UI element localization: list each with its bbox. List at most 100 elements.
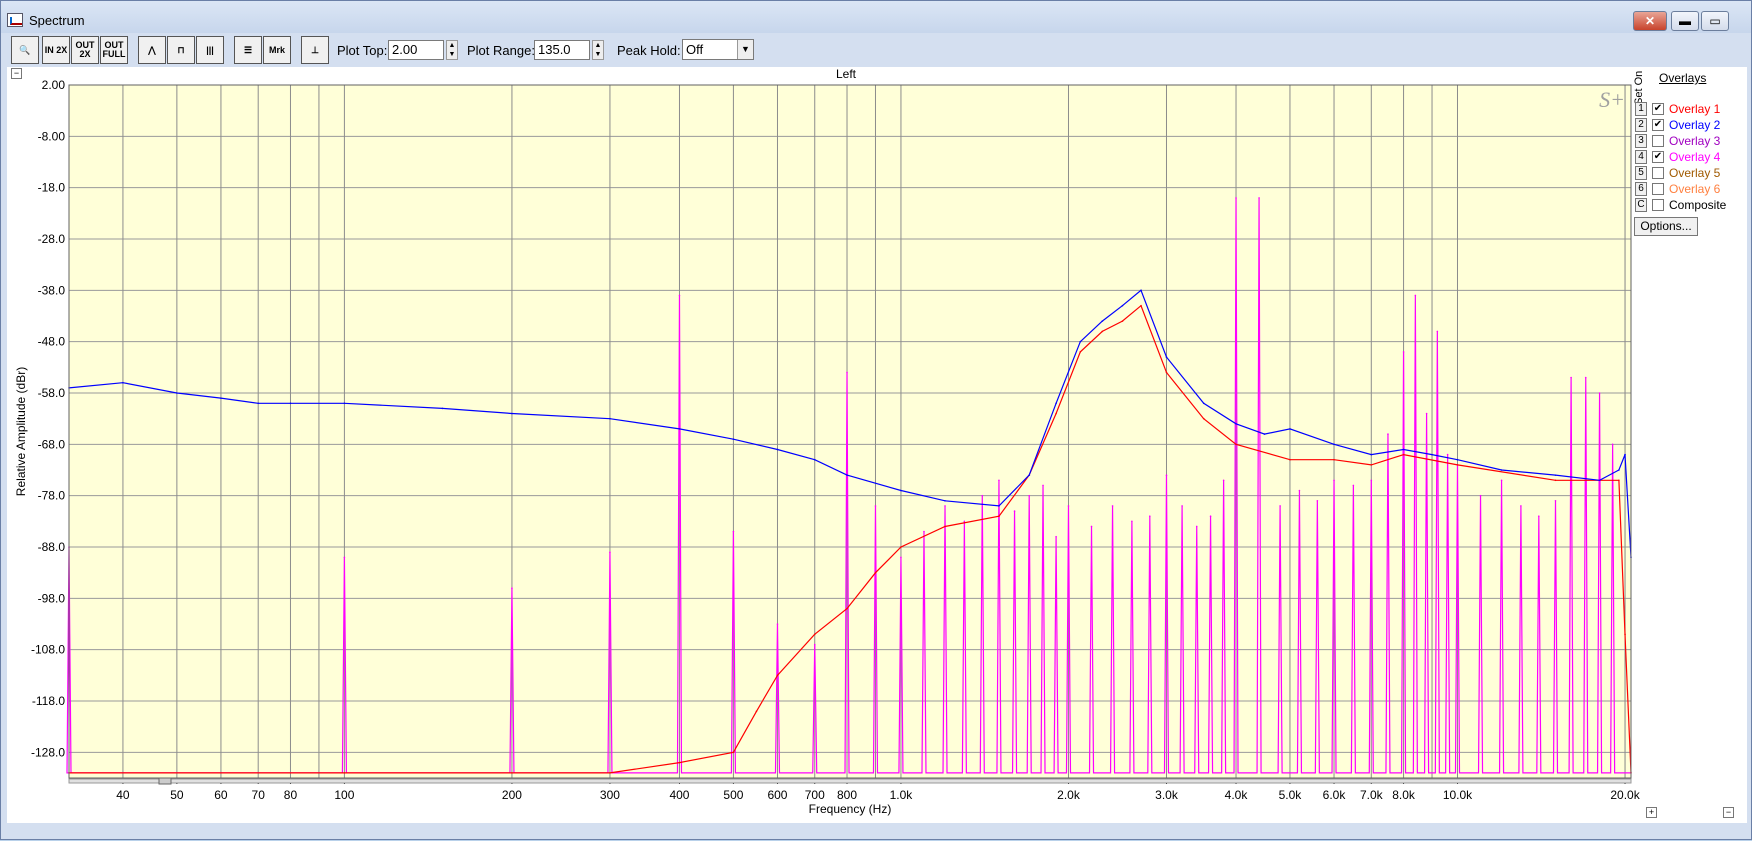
overlay-row[interactable]: 1 ✔ Overlay 1 bbox=[1631, 101, 1746, 117]
overlay-1-point bbox=[1618, 479, 1620, 482]
overlay-row[interactable]: 4 ✔ Overlay 4 bbox=[1631, 149, 1746, 165]
y-tick-label: -128.0 bbox=[31, 745, 65, 759]
x-tick-label: 800 bbox=[837, 788, 857, 802]
overlay-set-button[interactable]: 2 bbox=[1635, 118, 1647, 132]
overlay-2-point bbox=[343, 402, 346, 405]
overlay-4-peak-point bbox=[1013, 510, 1016, 512]
y-tick-label: -58.0 bbox=[38, 386, 66, 400]
overlay-checkbox[interactable] bbox=[1652, 199, 1664, 211]
spectrum-chart[interactable]: 2.00 -8.00 -18.0 -28.0 -38.0 -48.0 -58.0 -68.0 -… bbox=[1, 1, 1752, 841]
x-tick-label: 7.0k bbox=[1360, 788, 1384, 802]
overlay-4-peak-point bbox=[1425, 412, 1428, 415]
y-tick-label: -98.0 bbox=[38, 591, 66, 605]
overlay-4-peak-point bbox=[776, 623, 779, 625]
overlay-4-peak-point bbox=[678, 294, 681, 297]
overlay-set-button[interactable]: 4 bbox=[1635, 150, 1647, 164]
overlay-2-point bbox=[1500, 469, 1503, 471]
overlay-set-button[interactable]: 6 bbox=[1635, 182, 1647, 196]
overlay-4-peak-point bbox=[1209, 515, 1212, 517]
overlay-2-point bbox=[1618, 469, 1620, 471]
options-button[interactable]: Options... bbox=[1634, 217, 1698, 236]
y-tick-label: -48.0 bbox=[38, 335, 66, 349]
overlay-checkbox[interactable] bbox=[1652, 167, 1664, 179]
overlay-set-button[interactable]: 3 bbox=[1635, 134, 1647, 148]
overlay-label: Overlay 5 bbox=[1669, 166, 1721, 180]
overlay-row[interactable]: C Composite bbox=[1631, 197, 1746, 213]
overlay-4-peak-point bbox=[1570, 376, 1572, 379]
overlay-2-point bbox=[944, 500, 946, 502]
y-tick-label: -88.0 bbox=[38, 540, 66, 554]
overlay-4-peak-point bbox=[1436, 330, 1439, 333]
x-tick-label: 50 bbox=[170, 788, 184, 802]
overlay-4-peak-point bbox=[923, 530, 925, 533]
x-tick-label: 80 bbox=[284, 788, 298, 802]
overlay-row[interactable]: 5 Overlay 5 bbox=[1631, 165, 1746, 181]
overlay-row[interactable]: 2 ✔ Overlay 2 bbox=[1631, 117, 1746, 133]
overlay-set-button[interactable]: C bbox=[1635, 198, 1647, 212]
overlay-label: Overlay 4 bbox=[1669, 150, 1721, 164]
overlay-2-point bbox=[1402, 448, 1405, 451]
y-tick-label: -108.0 bbox=[31, 643, 65, 657]
overlay-checkbox[interactable] bbox=[1652, 183, 1664, 195]
overlay-1-point bbox=[944, 525, 946, 528]
overlay-4-peak-point bbox=[1370, 479, 1373, 482]
overlay-1-point bbox=[343, 772, 346, 774]
overlay-4-peak-point bbox=[813, 643, 816, 646]
overlay-label: Overlay 6 bbox=[1669, 182, 1721, 196]
overlay-2-point bbox=[1140, 289, 1142, 292]
overlay-4-peak-point bbox=[846, 371, 848, 374]
overlay-2-point bbox=[998, 505, 1000, 507]
x-tick-label: 700 bbox=[805, 788, 825, 802]
overlay-1-point bbox=[846, 607, 848, 610]
overlay-checkbox[interactable]: ✔ bbox=[1652, 119, 1664, 131]
overlay-4-peak-point bbox=[1538, 515, 1540, 517]
overlay-4-peak-point bbox=[1520, 505, 1522, 507]
overlay-2-point bbox=[609, 417, 611, 420]
overlay-4-peak-point bbox=[944, 505, 946, 507]
overlay-4-peak-point bbox=[1584, 376, 1587, 379]
overlay-1-point bbox=[1289, 458, 1291, 461]
overlay-set-button[interactable]: 5 bbox=[1635, 166, 1647, 180]
overlay-4-peak-point bbox=[981, 494, 984, 497]
overlay-1-point bbox=[1101, 330, 1104, 333]
overlay-2-point bbox=[1289, 428, 1291, 430]
y-tick-label: -8.00 bbox=[38, 129, 66, 143]
overlay-2-point bbox=[220, 397, 222, 399]
overlay-row[interactable]: 6 Overlay 6 bbox=[1631, 181, 1746, 197]
overlay-checkbox[interactable]: ✔ bbox=[1652, 151, 1664, 163]
y-tick-label: -18.0 bbox=[38, 181, 66, 195]
overlay-checkbox[interactable] bbox=[1652, 135, 1664, 147]
overlay-1-point bbox=[609, 772, 611, 774]
x-tick-label: 500 bbox=[723, 788, 743, 802]
overlay-2-point bbox=[813, 458, 816, 461]
overlay-1-point bbox=[1554, 479, 1557, 482]
overlay-label: Overlay 2 bbox=[1669, 118, 1721, 132]
overlay-2-point bbox=[1055, 402, 1057, 405]
y-tick-label: 2.00 bbox=[42, 78, 66, 92]
overlay-2-point bbox=[1028, 474, 1031, 476]
overlay-1-point bbox=[1079, 351, 1082, 353]
overlay-checkbox[interactable]: ✔ bbox=[1652, 103, 1664, 115]
overlay-2-point bbox=[1456, 458, 1459, 461]
overlay-2-point bbox=[1333, 443, 1335, 446]
overlay-1-point bbox=[678, 761, 681, 764]
overlay-2-point bbox=[1431, 453, 1433, 456]
expand-icon[interactable]: + bbox=[1646, 807, 1657, 818]
x-tick-label: 20.0k bbox=[1610, 788, 1640, 802]
overlay-2-point bbox=[1101, 320, 1104, 322]
overlays-heading: Overlays bbox=[1659, 71, 1707, 85]
overlays-panel: Overlays Set On 1 ✔ Overlay 1 2 ✔ Overlay 2 3 O… bbox=[1631, 71, 1746, 241]
overlay-2-point bbox=[1079, 340, 1082, 343]
y-tick-label: -118.0 bbox=[32, 694, 65, 708]
overlay-set-button[interactable]: 1 bbox=[1635, 102, 1647, 116]
overlay-1-point bbox=[511, 772, 513, 774]
overlay-1-point bbox=[1456, 464, 1459, 466]
collapse-bottom-icon[interactable]: − bbox=[1723, 807, 1734, 818]
x-tick-label: 60 bbox=[214, 788, 228, 802]
y-tick-label: -28.0 bbox=[38, 232, 66, 246]
overlay-row[interactable]: 3 Overlay 3 bbox=[1631, 133, 1746, 149]
spectrum-window: Spectrum ▬ ▭ ✕ 🔍 IN 2X OUT 2X OUT FULL ⋀… bbox=[0, 0, 1752, 840]
overlay-2-point bbox=[1202, 402, 1205, 405]
overlay-4-peak-point bbox=[511, 587, 513, 589]
overlay-1-point bbox=[1165, 371, 1168, 374]
